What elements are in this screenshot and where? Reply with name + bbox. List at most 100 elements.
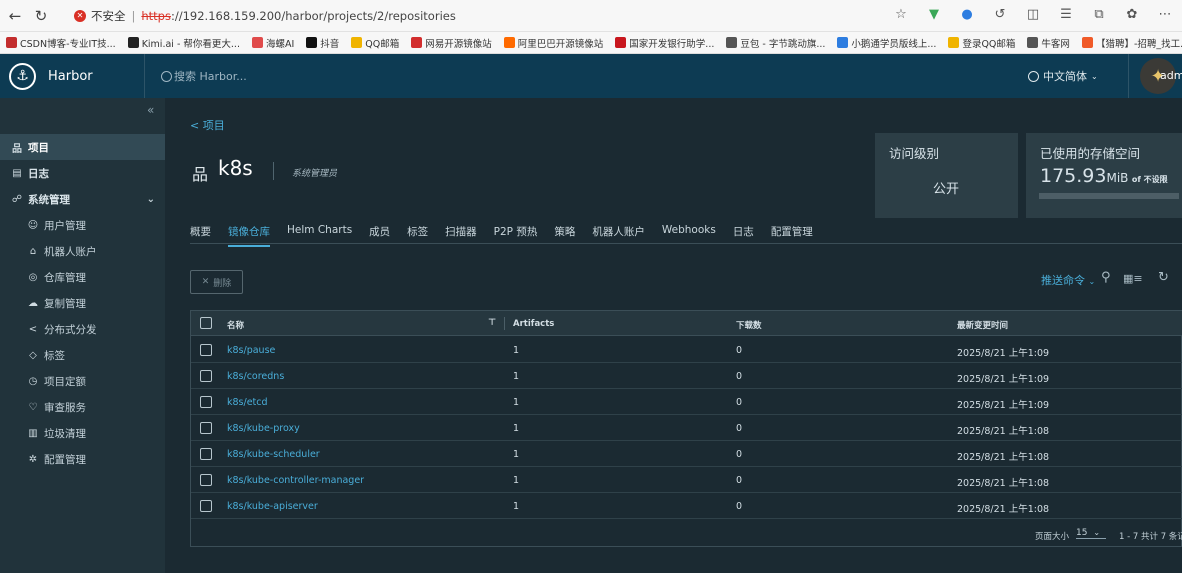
star-icon[interactable]: ☆ [892,5,910,23]
project-role: 系统管理员 [292,169,338,179]
project-icon: 品 [192,165,209,184]
title-divider [273,162,274,180]
refresh-extension-icon[interactable]: ↺ [991,5,1009,23]
app-header: ⚓ Harbor 搜索 Harbor... 中文简体 ⌄ ✦ admin [0,54,1182,98]
pull-count: 0 [736,449,743,460]
shield-extension-icon[interactable]: ▼ [925,5,943,23]
repository-name-link[interactable]: k8s/kube-apiserver [227,501,318,512]
bookmark-favicon-icon [726,37,738,48]
storage-value: 175.93 [1040,165,1107,187]
profile-extension-icon[interactable]: ✿ [1123,5,1141,23]
sidebar-item-distribution[interactable]: < 分布式分发 [0,316,165,342]
update-time: 2025/8/21 上午1:09 [957,374,1050,385]
row-checkbox[interactable] [200,500,212,512]
table-footer: 页面大小 15 ⌄ 1 - 7 共计 7 条记录 [191,522,1182,547]
repository-name-link[interactable]: k8s/kube-controller-manager [227,475,364,486]
sidebar-item-trash[interactable]: ▥ 垃圾清理 [0,420,165,446]
reload-icon[interactable]: ↻ [30,5,52,27]
delete-button[interactable]: ✕ 删除 [190,270,243,294]
replication-icon: ☁ [28,297,38,309]
sidebar-item-gear[interactable]: ✲ 配置管理 [0,446,165,472]
bookmark-favicon-icon [503,37,515,48]
sidebar-item-users[interactable]: ☺ 用户管理 [0,212,165,238]
repository-name-link[interactable]: k8s/kube-scheduler [227,449,320,460]
row-checkbox[interactable] [200,474,212,486]
select-all-checkbox[interactable] [200,317,212,329]
push-command-label: 推送命令 [1041,274,1085,287]
sidebar-item-tag[interactable]: ◇ 标签 [0,342,165,368]
sidebar-item-shield[interactable]: ♡ 审查服务 [0,394,165,420]
address-bar[interactable]: ✕ 不安全 | https ://192.168.159.200/harbor/… [64,4,884,28]
search-icon[interactable]: ⚲ [1101,270,1111,285]
column-header-updated[interactable]: 最新变更时间 [957,319,1008,331]
bookmark-item[interactable]: 网易开源镜像站 [411,36,492,50]
repository-name-link[interactable]: k8s/pause [227,345,275,356]
bookmark-item[interactable]: CSDN博客-专业IT技... [6,36,116,50]
globe-icon [1028,70,1039,82]
bookmark-label: 豆包 - 字节跳动旗... [740,38,826,50]
table-row: k8s/kube-apiserver 1 0 2025/8/21 上午1:08 [191,493,1182,519]
browser-toolbar: ← ↻ ✕ 不安全 | https ://192.168.159.200/har… [0,0,1182,32]
bookmark-item[interactable]: 牛客网 [1027,36,1070,50]
bookmark-item[interactable]: 抖音 [306,36,339,50]
security-label: 不安全 [91,8,126,23]
sidebar-item-label: 项目 [28,141,49,154]
sidebar-item-admin[interactable]: ☍ 系统管理 ⌄ [0,186,165,212]
sidebar-item-registry[interactable]: ◎ 仓库管理 [0,264,165,290]
column-header-artifacts[interactable]: Artifacts [513,319,554,329]
sidebar-item-projects[interactable]: 品项目 [0,134,165,160]
favorites-icon[interactable]: ☰ [1057,5,1075,23]
more-menu-icon[interactable]: ⋯ [1156,5,1174,23]
pull-count: 0 [736,371,743,382]
bookmark-item[interactable]: 【猎聘】-招聘_找工... [1081,36,1182,50]
sidebar-item-robot[interactable]: ⌂ 机器人账户 [0,238,165,264]
column-header-name[interactable]: 名称 [227,319,244,331]
collections-icon[interactable]: ⧉ [1090,5,1108,23]
bookmark-item[interactable]: Kimi.ai - 帮你看更大... [127,36,240,50]
language-selector[interactable]: 中文简体 ⌄ [1028,68,1098,84]
bookmark-item[interactable]: 国家开发银行助学... [615,36,714,50]
row-checkbox[interactable] [200,344,212,356]
sidebar-item-label: 用户管理 [44,219,86,232]
user-menu[interactable]: admin [1160,69,1182,82]
back-arrow-icon[interactable]: ← [4,5,26,27]
update-time: 2025/8/21 上午1:08 [957,504,1050,515]
repository-name-link[interactable]: k8s/coredns [227,371,284,382]
page-size-select[interactable]: 15 ⌄ [1076,528,1106,539]
collapse-sidebar-icon[interactable]: « [147,103,154,117]
search-box[interactable]: 搜索 Harbor... [161,68,247,84]
row-checkbox[interactable] [200,448,212,460]
bookmark-item[interactable]: QQ邮箱 [351,36,399,50]
robot-icon: ⌂ [29,245,37,257]
repository-name-link[interactable]: k8s/etcd [227,397,268,408]
sidebar-item-replication[interactable]: ☁ 复制管理 [0,290,165,316]
column-header-pulls[interactable]: 下载数 [736,319,762,331]
trash-icon: ▥ [28,427,38,439]
refresh-icon[interactable]: ↻ [1158,270,1169,285]
bookmark-favicon-icon [351,37,363,48]
bookmark-item[interactable]: 登录QQ邮箱 [948,36,1015,50]
bookmark-item[interactable]: 小鹅通学员版线上... [837,36,936,50]
bookmark-item[interactable]: 海螺AI [251,36,294,50]
sidebar-item-logs[interactable]: ▤ 日志 [0,160,165,186]
view-toggle-icon[interactable]: ▦≡ [1123,272,1143,285]
table-row: k8s/etcd 1 0 2025/8/21 上午1:09 [191,389,1182,415]
repository-name-link[interactable]: k8s/kube-proxy [227,423,300,434]
bookmark-item[interactable]: 豆包 - 字节跳动旗... [726,36,825,50]
harbor-logo-icon[interactable]: ⚓ [9,62,36,90]
push-command-dropdown[interactable]: 推送命令 ⌄ [1041,272,1095,288]
row-checkbox[interactable] [200,396,212,408]
sidebar-item-quota[interactable]: ◷ 项目定额 [0,368,165,394]
table-row: k8s/pause 1 0 2025/8/21 上午1:09 [191,337,1182,363]
bookmark-item[interactable]: 阿里巴巴开源镜像站 [503,36,603,50]
brand-name[interactable]: Harbor [48,69,144,84]
filter-icon[interactable]: ⊤ [488,318,496,328]
split-view-icon[interactable]: ◫ [1024,5,1042,23]
artifacts-count: 1 [513,397,520,408]
back-to-projects-link[interactable]: < 项目 [190,117,225,133]
row-checkbox[interactable] [200,422,212,434]
extension-icon[interactable]: ● [958,5,976,23]
bookmark-favicon-icon [411,37,423,48]
sidebar-item-label: 标签 [44,349,65,362]
row-checkbox[interactable] [200,370,212,382]
